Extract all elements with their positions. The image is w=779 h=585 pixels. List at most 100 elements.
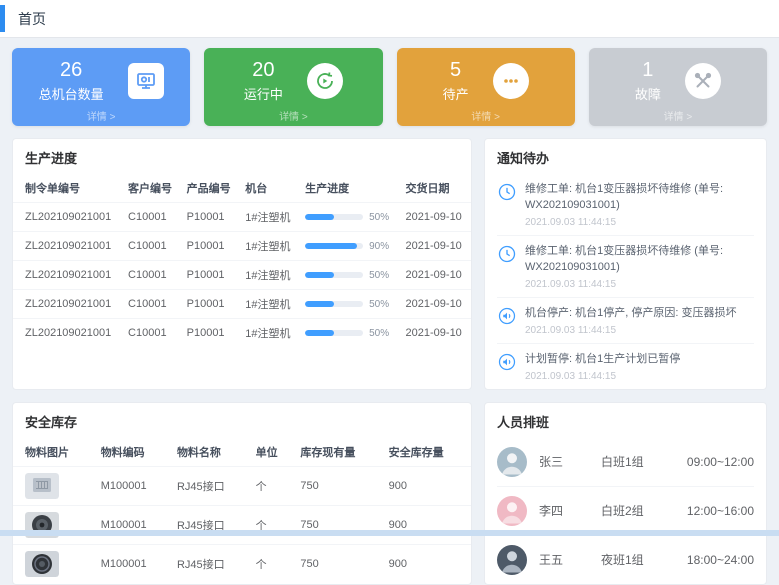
progress-label: 50% [369,328,389,339]
table-row: ZL202109021001 C10001 P10001 1#注塑机 50% 2… [13,290,471,319]
progress-label: 90% [369,241,389,252]
machine-icon [128,63,164,99]
progress-cell: 50% [299,319,399,348]
staff-row: 张三 白班1组 09:00~12:00 [497,438,754,487]
product-cell: P10001 [181,290,240,319]
notification-text: 机台停产: 机台1停产, 停产原因: 变压器损坏 [525,306,736,322]
unit-cell: 个 [250,466,295,505]
card-total-machines-detail-link[interactable]: 详情 > [12,108,190,123]
notification-text: 计划暂停: 机台1生产计划已暂停 [525,352,680,368]
panel-safety-inventory-title: 安全库存 [13,403,471,438]
notification-text: 维修工单: 机台1变压器损坏待维修 (单号: WX202109031001) [525,182,754,214]
bottom-strip [0,530,779,536]
customer-cell: C10001 [122,319,181,348]
stat-cards-row: 26 总机台数量 详情 > 20 运行中 [12,48,767,126]
table-row: M100001 RJ45接口 个 750 900 [13,505,471,544]
notification-item[interactable]: 机台停产: 机台1停产, 停产原因: 变压器损坏 2021.09.03 11:4… [497,298,754,344]
safety-stock-cell: 900 [383,505,471,544]
col-header: 安全库存量 [383,438,471,467]
col-header: 客户编号 [122,174,181,203]
notification-item[interactable]: 计划暂停: 机台1生产计划已暂停 2021.09.03 11:44:15 [497,344,754,389]
progress-bar [305,243,363,249]
card-running[interactable]: 20 运行中 详情 > [204,48,382,126]
progress-cell: 50% [299,290,399,319]
running-icon [307,63,343,99]
staff-time: 09:00~12:00 [687,455,754,469]
date-cell: 2021-09-10 [400,290,471,319]
staff-shift: 白班2组 [601,502,675,519]
col-header: 单位 [250,438,295,467]
material-image-speaker [13,544,95,583]
staff-time: 18:00~24:00 [687,553,754,567]
progress-label: 50% [369,270,389,281]
card-fault-value: 1 [635,59,661,81]
staff-name: 王五 [539,551,601,568]
tab-home[interactable]: 首页 [18,9,46,29]
card-fault-detail-link[interactable]: 详情 > [589,108,767,123]
card-waiting-detail-link[interactable]: 详情 > [397,108,575,123]
card-waiting[interactable]: 5 待产 详情 > [397,48,575,126]
safety-stock-cell: 900 [383,466,471,505]
product-cell: P10001 [181,319,240,348]
card-total-machines[interactable]: 26 总机台数量 详情 > [12,48,190,126]
progress-cell: 50% [299,261,399,290]
header-accent-bar [0,5,5,32]
panel-safety-inventory: 安全库存 物料图片 物料编码 物料名称 单位 库存现有量 安全库存量 [12,402,472,585]
col-header: 产品编号 [181,174,240,203]
card-running-value: 20 [244,59,283,81]
customer-cell: C10001 [122,261,181,290]
avatar [497,545,527,575]
machine-cell: 1#注塑机 [239,319,299,348]
staff-time: 12:00~16:00 [687,504,754,518]
col-header: 物料图片 [13,438,95,467]
material-code-cell: M100001 [95,544,171,583]
stock-cell: 750 [294,505,382,544]
panel-production-progress: 生产进度 制令单编号 客户编号 产品编号 机台 生产进度 交货日期 ZL2021… [12,138,472,390]
material-name-cell: RJ45接口 [171,466,250,505]
card-running-detail-link[interactable]: 详情 > [204,108,382,123]
notification-item[interactable]: 维修工单: 机台1变压器损坏待维修 (单号: WX202109031001) 2… [497,174,754,236]
material-image-rj45 [13,466,95,505]
inventory-table: 物料图片 物料编码 物料名称 单位 库存现有量 安全库存量 [13,438,471,583]
panel-notifications: 通知待办 维修工单: 机台1变压器损坏待维修 (单号: WX2021090310… [484,138,767,390]
progress-bar [305,272,363,278]
staff-row: 王五 夜班1组 18:00~24:00 [497,536,754,584]
notification-text: 维修工单: 机台1变压器损坏待维修 (单号: WX202109031001) [525,244,754,276]
clock-icon [497,244,517,290]
card-fault[interactable]: 1 故障 详情 > [589,48,767,126]
panel-notifications-title: 通知待办 [485,139,766,174]
notification-time: 2021.09.03 11:44:15 [525,371,680,382]
staff-shift: 夜班1组 [601,551,675,568]
progress-label: 50% [369,212,389,223]
order-cell: ZL202109021001 [13,203,122,232]
material-name-cell: RJ45接口 [171,505,250,544]
progress-bar [305,301,363,307]
card-running-label: 运行中 [244,84,283,103]
material-name-cell: RJ45接口 [171,544,250,583]
table-row: ZL202109021001 C10001 P10001 1#注塑机 50% 2… [13,203,471,232]
col-header: 物料名称 [171,438,250,467]
progress-bar [305,214,363,220]
speaker-icon [497,306,517,336]
safety-stock-cell: 900 [383,544,471,583]
progress-bar [305,330,363,336]
notification-item[interactable]: 维修工单: 机台1变压器损坏待维修 (单号: WX202109031001) 2… [497,236,754,298]
top-header: 首页 [0,0,779,38]
speaker-icon [497,352,517,382]
table-row: M100001 RJ45接口 个 750 900 [13,466,471,505]
table-row: ZL202109021001 C10001 P10001 1#注塑机 50% 2… [13,261,471,290]
machine-cell: 1#注塑机 [239,261,299,290]
material-code-cell: M100001 [95,505,171,544]
card-total-machines-value: 26 [39,59,104,81]
panel-staff-schedule-title: 人员排班 [485,403,766,438]
progress-cell: 50% [299,203,399,232]
progress-cell: 90% [299,232,399,261]
card-total-machines-label: 总机台数量 [39,84,104,103]
unit-cell: 个 [250,544,295,583]
stock-cell: 750 [294,544,382,583]
date-cell: 2021-09-10 [400,232,471,261]
material-code-cell: M100001 [95,466,171,505]
date-cell: 2021-09-10 [400,261,471,290]
table-row: ZL202109021001 C10001 P10001 1#注塑机 50% 2… [13,319,471,348]
date-cell: 2021-09-10 [400,319,471,348]
